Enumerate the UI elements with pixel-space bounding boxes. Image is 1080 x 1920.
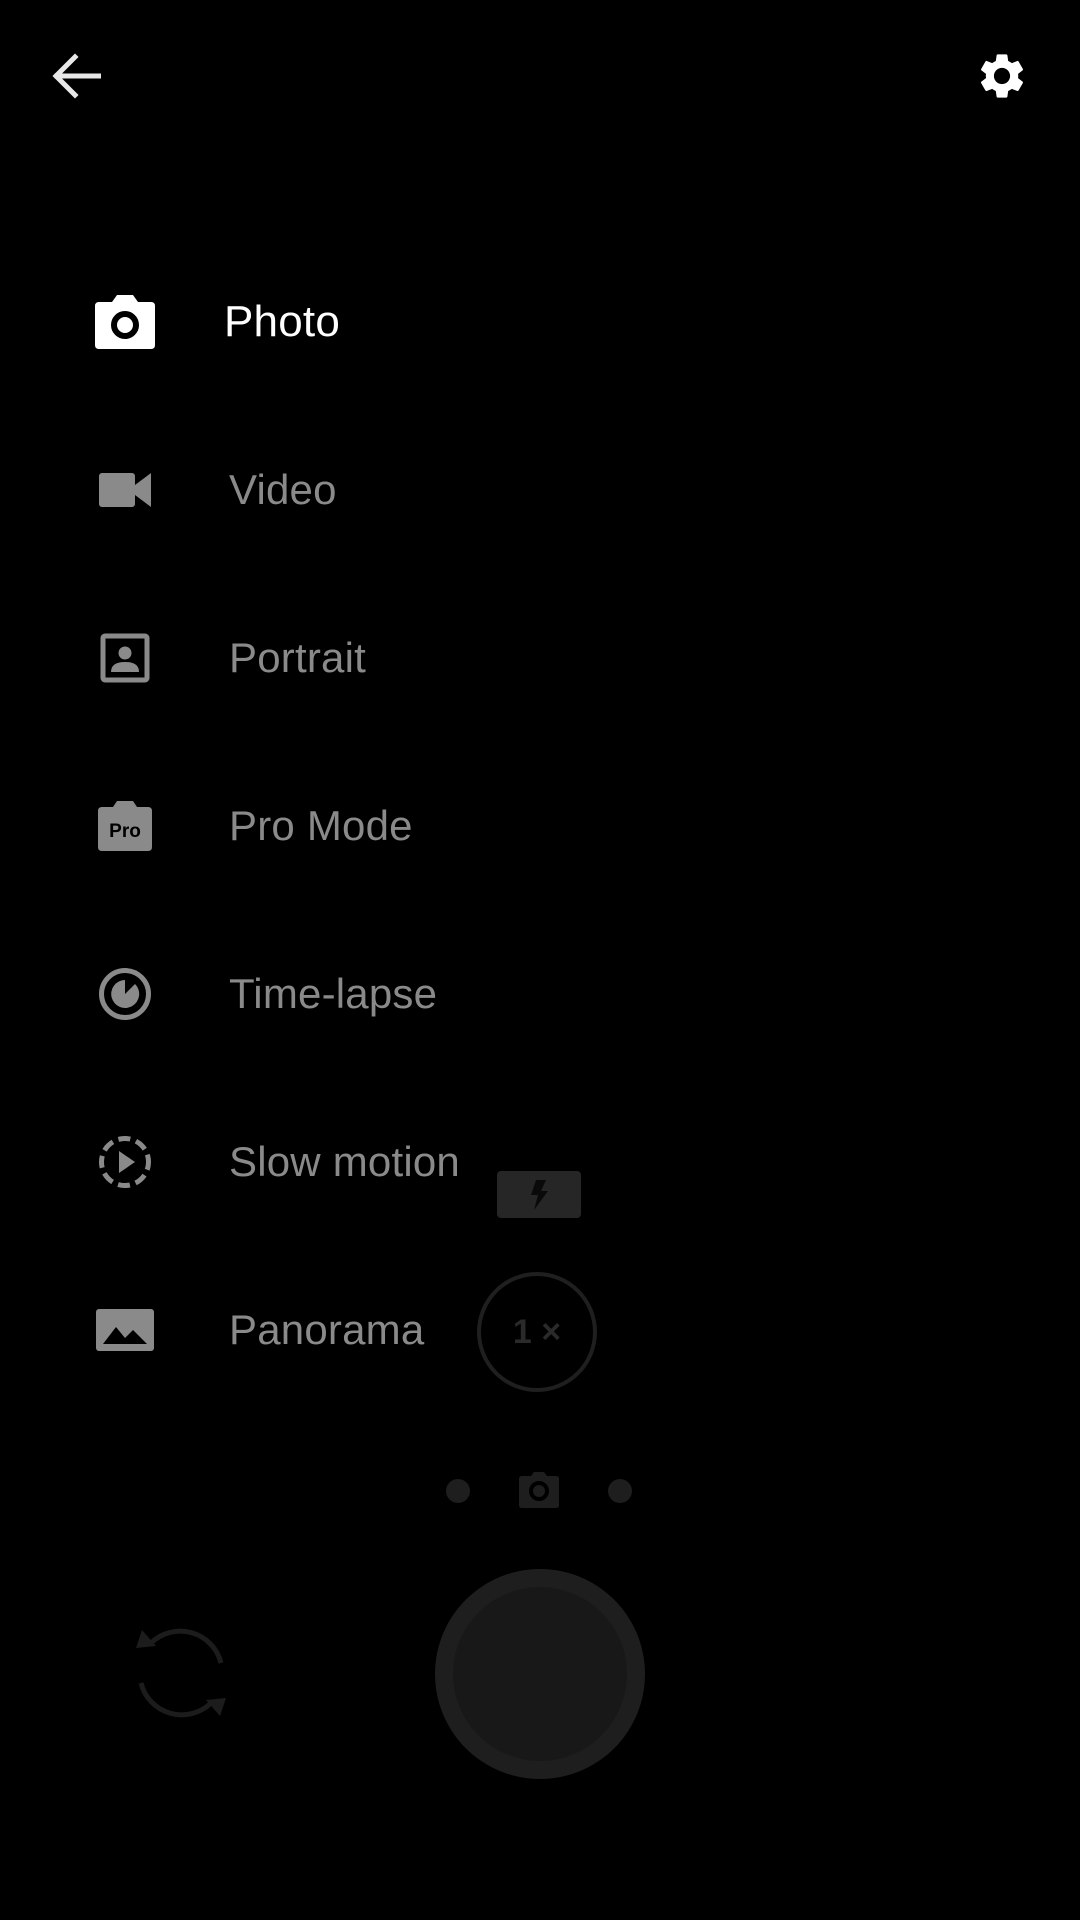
mode-item-video[interactable]: Video (0, 406, 1080, 574)
mode-item-label: Slow motion (229, 1138, 460, 1185)
mode-item-slow-motion[interactable]: Slow motion (0, 1078, 1080, 1246)
slow-motion-icon (92, 1129, 158, 1195)
shutter-inner (453, 1587, 627, 1761)
mode-indicator-camera-icon[interactable] (518, 1470, 560, 1510)
mode-item-photo[interactable]: Photo (0, 238, 1080, 406)
videocam-icon (92, 457, 158, 523)
mode-item-label: Pro Mode (229, 802, 413, 849)
switch-camera-icon[interactable] (126, 1618, 236, 1728)
gear-icon (980, 54, 1024, 98)
pro-icon-text: Pro (109, 821, 141, 842)
mode-item-label: Time-lapse (229, 970, 438, 1017)
mode-indicator-dot-left[interactable] (446, 1479, 470, 1503)
mode-item-label: Video (229, 466, 337, 513)
mode-item-time-lapse[interactable]: Time-lapse (0, 910, 1080, 1078)
mode-item-label: Photo (224, 297, 340, 346)
camera-icon (92, 289, 158, 355)
mode-item-label: Portrait (229, 634, 366, 681)
mode-item-portrait[interactable]: Portrait (0, 574, 1080, 742)
back-button[interactable] (40, 40, 112, 112)
mode-indicator-dot-right[interactable] (608, 1479, 632, 1503)
mode-item-label: Panorama (229, 1306, 425, 1353)
panorama-icon (92, 1297, 158, 1363)
settings-button[interactable] (962, 36, 1042, 116)
portrait-icon (92, 625, 158, 691)
shutter-button[interactable] (435, 1569, 645, 1779)
mode-item-pro-mode[interactable]: Pro Pro Mode (0, 742, 1080, 910)
camera-app: 1 × Photo Video Portrait Pro Pro Mode Ti… (0, 0, 1080, 1920)
pro-camera-icon: Pro (92, 793, 158, 859)
timelapse-icon (92, 961, 158, 1027)
mode-item-panorama[interactable]: Panorama (0, 1246, 1080, 1414)
mode-menu: Photo Video Portrait Pro Pro Mode Time-l… (0, 238, 1080, 1414)
arrow-back-icon (52, 53, 101, 99)
